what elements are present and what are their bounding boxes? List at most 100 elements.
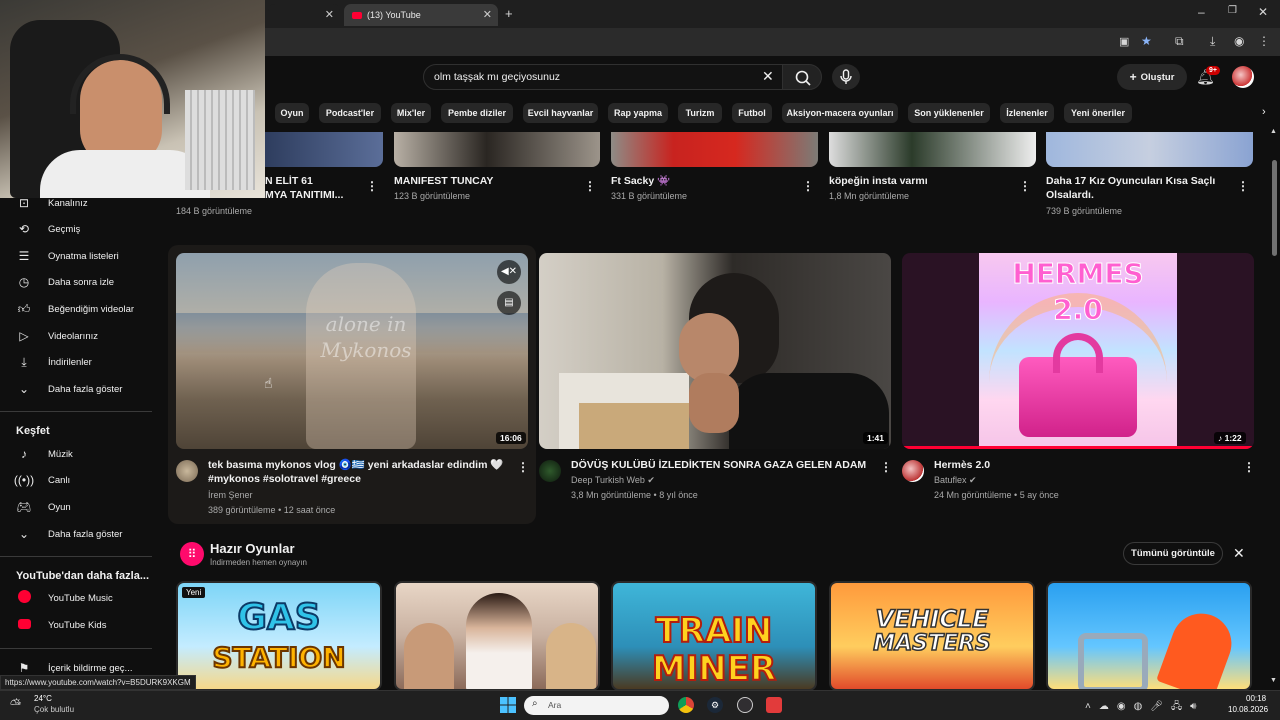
game-card[interactable]: Yeni GAS STATION (176, 581, 382, 691)
voice-search-button[interactable] (832, 64, 860, 90)
channel-avatar[interactable] (176, 460, 198, 482)
taskbar-search-box[interactable]: ⌕ Ara (524, 696, 669, 715)
scroll-down-arrow-icon[interactable]: ▼ (1270, 677, 1277, 684)
sidebar-item-canli[interactable]: ((•)) Canlı (0, 467, 160, 493)
more-options-icon[interactable]: ⋮ (802, 179, 814, 193)
browser-tab-previous[interactable]: ✕ (268, 4, 340, 26)
sidebar-item-your-videos[interactable]: ▷ Videolarınız (0, 323, 160, 349)
account-avatar[interactable] (1232, 66, 1254, 88)
taskbar-app-icon[interactable] (678, 697, 694, 713)
sidebar-item-youtube-music[interactable]: YouTube Music (0, 585, 160, 611)
bookmark-star-icon[interactable]: ★ (1141, 34, 1152, 48)
video-title[interactable]: Ft Sacky 👾 (611, 174, 791, 188)
sidebar-item-muzik[interactable]: ♪ Müzik (0, 441, 160, 467)
scroll-up-arrow-icon[interactable]: ▲ (1270, 128, 1277, 135)
top-row-thumbnail[interactable] (611, 132, 818, 167)
chip-podcasts[interactable]: Podcast'ler (319, 103, 381, 123)
chip-yeni-oneriler[interactable]: Yeni öneriler (1064, 103, 1132, 123)
cast-icon[interactable]: ▣ (1119, 35, 1129, 48)
channel-name[interactable]: Batuflex ✔︎ (934, 473, 977, 488)
game-card[interactable] (394, 581, 600, 691)
video-duration: 1:41 (863, 432, 889, 444)
top-row-thumbnail[interactable] (1046, 132, 1253, 167)
sidebar-item-liked[interactable]: 👍︎ Beğendiğim videolar (0, 296, 160, 322)
sidebar-item-youtube-kids[interactable]: YouTube Kids (0, 612, 160, 638)
close-tab-icon[interactable]: ✕ (325, 8, 334, 21)
mute-button[interactable]: ◀︎✕ (497, 260, 521, 284)
channel-avatar[interactable] (539, 460, 561, 482)
video-thumbnail[interactable]: alone in Mykonos ◀︎✕ ▤ 16:06 ☝︎ (176, 253, 528, 449)
close-tab-icon[interactable]: ✕ (483, 8, 492, 21)
sidebar-item-watch-later[interactable]: ◷ Daha sonra izle (0, 269, 160, 295)
channel-name[interactable]: Deep Turkish Web ✔︎ (571, 473, 655, 488)
chip-evcil-hayvanlar[interactable]: Evcil hayvanlar (523, 103, 598, 123)
search-input[interactable]: olm taşşak mı geçiyosunuz (423, 64, 783, 90)
chip-son-yuklenenler[interactable]: Son yüklenenler (908, 103, 990, 123)
more-options-icon[interactable]: ⋮ (880, 460, 892, 474)
sidebar-item-downloads[interactable]: ⤓ İndirilenler (0, 349, 160, 375)
sidebar-item-oyun[interactable]: 🎮︎ Oyun (0, 494, 160, 520)
download-icon[interactable]: ⤓ (1210, 34, 1215, 49)
video-title[interactable]: MANIFEST TUNCAY (394, 174, 574, 188)
sidebar-item-gecmis[interactable]: ⟲ Geçmiş (0, 216, 160, 242)
video-title[interactable]: Hermès 2.0 (934, 458, 1234, 472)
clock-time[interactable]: 00:18 (1246, 694, 1266, 703)
search-button[interactable] (782, 64, 822, 90)
clock-date[interactable]: 10.08.2026 (1228, 705, 1268, 714)
video-thumbnail[interactable]: HERMES 2.0 ♪ 1:22 (902, 253, 1254, 449)
tray-icons[interactable]: ˄☁︎◉◍🎤︎🖧🔊︎ (1085, 699, 1204, 716)
chip-pembe-diziler[interactable]: Pembe diziler (441, 103, 513, 123)
start-button[interactable] (500, 697, 516, 713)
game-card[interactable] (1046, 581, 1252, 691)
video-title[interactable]: Daha 17 Kız Oyuncuları Kısa Saçlı Olsalar… (1046, 174, 1231, 202)
minimize-icon[interactable]: – (1198, 5, 1205, 19)
view-all-button[interactable]: Tümünü görüntüle (1123, 542, 1223, 565)
recording-app-icon[interactable] (766, 697, 782, 713)
game-card[interactable]: VEHICLE MASTERS (829, 581, 1035, 691)
channel-name[interactable]: İrem Şener (208, 488, 253, 503)
chip-aksiyon-macera[interactable]: Aksiyon-macera oyunları (782, 103, 898, 123)
more-options-icon[interactable]: ⋮ (584, 179, 596, 193)
steam-icon[interactable]: ⚙︎ (707, 697, 723, 713)
chip-futbol[interactable]: Futbol (732, 103, 772, 123)
video-title[interactable]: köpeğin insta varmı (829, 174, 1009, 188)
channel-avatar[interactable] (902, 460, 924, 482)
more-options-icon[interactable]: ⋮ (517, 460, 529, 474)
maximize-icon[interactable]: ❐ (1228, 5, 1237, 16)
chip-mixes[interactable]: Mix'ler (391, 103, 431, 123)
video-title[interactable]: DÖVÜŞ KULÜBÜ İZLEDİKTEN SONRA GAZA GELEN… (571, 458, 871, 472)
weather-desc[interactable]: Çok bulutlu (34, 705, 74, 714)
captions-icon[interactable]: ▤ (497, 291, 521, 315)
more-options-icon[interactable]: ⋮ (1243, 460, 1255, 474)
chip-rap-yapma[interactable]: Rap yapma (608, 103, 668, 123)
weather-temp[interactable]: 24°C (34, 694, 52, 703)
top-row-thumbnail[interactable] (829, 132, 1036, 167)
new-tab-icon[interactable]: + (505, 6, 513, 21)
more-options-icon[interactable]: ⋮ (1237, 179, 1249, 193)
top-row-thumbnail[interactable] (265, 132, 383, 167)
sidebar-item-show-more-explore[interactable]: ⌄ Daha fazla göster (0, 521, 160, 547)
game-card[interactable]: TRAIN MINER (611, 581, 817, 691)
video-thumbnail[interactable]: 1:41 (539, 253, 891, 449)
clear-search-icon[interactable]: ✕ (762, 68, 774, 85)
browser-menu-icon[interactable]: ⋮ (1258, 34, 1270, 48)
profile-icon[interactable]: ◉ (1234, 34, 1244, 48)
more-options-icon[interactable]: ⋮ (1019, 179, 1031, 193)
close-window-icon[interactable]: ✕ (1258, 5, 1268, 19)
chip-oyun[interactable]: Oyun (275, 103, 309, 123)
page-scrollbar-thumb[interactable] (1272, 160, 1277, 256)
create-button[interactable]: + Oluştur (1117, 64, 1187, 90)
obs-icon[interactable] (737, 697, 753, 713)
dismiss-section-icon[interactable]: ✕ (1233, 545, 1245, 562)
video-title[interactable]: N ELİT 61 MYA TANITIMI... (265, 174, 365, 202)
chip-izlenenler[interactable]: İzlenenler (1000, 103, 1054, 123)
extensions-icon[interactable]: ⧉ (1175, 34, 1184, 49)
video-title[interactable]: tek basıma mykonos vlog 🧿🇬🇷 yeni arkadas… (208, 458, 508, 486)
chip-turizm[interactable]: Turizm (678, 103, 722, 123)
browser-tab-youtube[interactable]: (13) YouTube ✕ (344, 4, 498, 26)
sidebar-item-playlists[interactable]: ☰ Oynatma listeleri (0, 243, 160, 269)
more-options-icon[interactable]: ⋮ (366, 179, 378, 193)
sidebar-item-show-more[interactable]: ⌄ Daha fazla göster (0, 376, 160, 402)
chips-next-icon[interactable]: › (1262, 106, 1266, 118)
top-row-thumbnail[interactable] (394, 132, 600, 167)
